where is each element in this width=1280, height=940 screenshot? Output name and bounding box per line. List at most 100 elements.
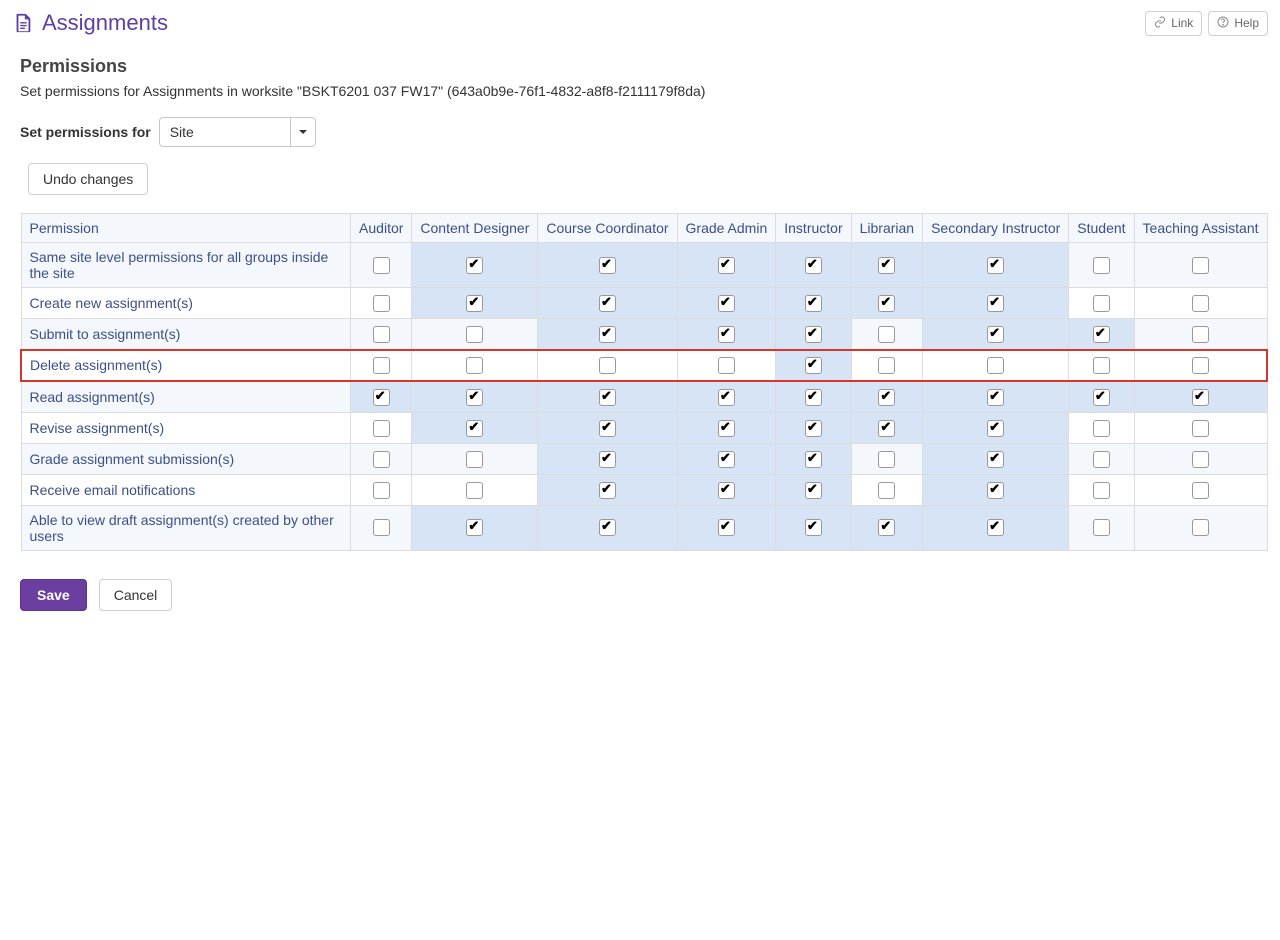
permission-label[interactable]: Revise assignment(s) [21,413,351,444]
permission-checkbox[interactable] [466,357,483,374]
permission-checkbox[interactable] [987,420,1004,437]
permission-checkbox[interactable] [466,326,483,343]
permission-checkbox[interactable] [466,389,483,406]
permission-checkbox[interactable] [805,420,822,437]
permission-checkbox[interactable] [1093,357,1110,374]
permission-checkbox[interactable] [1192,257,1209,274]
permission-checkbox[interactable] [466,451,483,468]
permission-checkbox[interactable] [1093,389,1110,406]
permission-checkbox[interactable] [878,451,895,468]
role-header[interactable]: Content Designer [412,214,538,243]
permission-checkbox[interactable] [718,451,735,468]
permission-label[interactable]: Grade assignment submission(s) [21,443,351,474]
permission-checkbox[interactable] [466,257,483,274]
permission-label[interactable]: Create new assignment(s) [21,288,351,319]
permission-checkbox[interactable] [987,326,1004,343]
role-header[interactable]: Librarian [851,214,922,243]
permission-checkbox[interactable] [805,326,822,343]
role-header[interactable]: Teaching Assistant [1134,214,1267,243]
permission-checkbox[interactable] [373,326,390,343]
permission-checkbox[interactable] [1192,389,1209,406]
permission-checkbox[interactable] [1093,420,1110,437]
permission-checkbox[interactable] [718,420,735,437]
permission-checkbox[interactable] [599,357,616,374]
permission-checkbox[interactable] [1093,326,1110,343]
permission-checkbox[interactable] [718,482,735,499]
permission-checkbox[interactable] [599,482,616,499]
permission-checkbox[interactable] [805,257,822,274]
permission-checkbox[interactable] [599,519,616,536]
scope-select[interactable]: Site [159,117,316,147]
permission-checkbox[interactable] [1093,257,1110,274]
permission-checkbox[interactable] [718,326,735,343]
permission-checkbox[interactable] [878,326,895,343]
permission-checkbox[interactable] [1192,451,1209,468]
permission-checkbox[interactable] [987,519,1004,536]
permission-checkbox[interactable] [1093,295,1110,312]
permission-checkbox[interactable] [878,519,895,536]
permission-checkbox[interactable] [878,389,895,406]
permission-checkbox[interactable] [878,257,895,274]
permission-checkbox[interactable] [373,389,390,406]
permission-checkbox[interactable] [1192,326,1209,343]
role-header[interactable]: Secondary Instructor [923,214,1069,243]
role-header[interactable]: Student [1069,214,1134,243]
permission-checkbox[interactable] [987,482,1004,499]
permission-checkbox[interactable] [805,389,822,406]
permission-checkbox[interactable] [599,451,616,468]
permission-checkbox[interactable] [373,357,390,374]
permission-label[interactable]: Receive email notifications [21,474,351,505]
permission-checkbox[interactable] [718,257,735,274]
permission-checkbox[interactable] [718,357,735,374]
permission-checkbox[interactable] [599,295,616,312]
permission-checkbox[interactable] [1192,357,1209,374]
permission-checkbox[interactable] [373,295,390,312]
permission-checkbox[interactable] [373,482,390,499]
permission-checkbox[interactable] [987,451,1004,468]
permission-label[interactable]: Delete assignment(s) [21,350,351,382]
role-header[interactable]: Grade Admin [677,214,776,243]
permission-checkbox[interactable] [373,257,390,274]
permission-checkbox[interactable] [878,295,895,312]
permission-checkbox[interactable] [1192,482,1209,499]
permission-checkbox[interactable] [878,420,895,437]
permission-checkbox[interactable] [466,482,483,499]
role-header[interactable]: Course Coordinator [538,214,677,243]
permission-checkbox[interactable] [1192,420,1209,437]
permission-checkbox[interactable] [805,451,822,468]
save-button[interactable]: Save [20,579,87,611]
permission-checkbox[interactable] [466,420,483,437]
permission-checkbox[interactable] [1093,482,1110,499]
permission-checkbox[interactable] [878,482,895,499]
permission-checkbox[interactable] [599,420,616,437]
permission-checkbox[interactable] [373,519,390,536]
permission-checkbox[interactable] [1093,519,1110,536]
permission-checkbox[interactable] [1192,295,1209,312]
permission-checkbox[interactable] [987,389,1004,406]
role-header[interactable]: Instructor [776,214,851,243]
undo-button[interactable]: Undo changes [28,163,148,195]
permission-checkbox[interactable] [599,389,616,406]
permission-label[interactable]: Same site level permissions for all grou… [21,243,351,288]
cancel-button[interactable]: Cancel [99,579,173,611]
permission-checkbox[interactable] [718,295,735,312]
role-header[interactable]: Auditor [351,214,412,243]
help-button[interactable]: Help [1208,11,1268,36]
permission-checkbox[interactable] [987,357,1004,374]
permission-checkbox[interactable] [1093,451,1110,468]
permission-checkbox[interactable] [718,519,735,536]
permission-checkbox[interactable] [878,357,895,374]
permission-checkbox[interactable] [373,420,390,437]
permission-checkbox[interactable] [1192,519,1209,536]
permission-checkbox[interactable] [599,257,616,274]
permission-checkbox[interactable] [466,519,483,536]
permission-checkbox[interactable] [805,357,822,374]
permission-header[interactable]: Permission [21,214,351,243]
permission-checkbox[interactable] [373,451,390,468]
permission-label[interactable]: Read assignment(s) [21,381,351,412]
permission-checkbox[interactable] [987,257,1004,274]
permission-label[interactable]: Able to view draft assignment(s) created… [21,505,351,550]
permission-checkbox[interactable] [987,295,1004,312]
permission-checkbox[interactable] [718,389,735,406]
permission-checkbox[interactable] [466,295,483,312]
